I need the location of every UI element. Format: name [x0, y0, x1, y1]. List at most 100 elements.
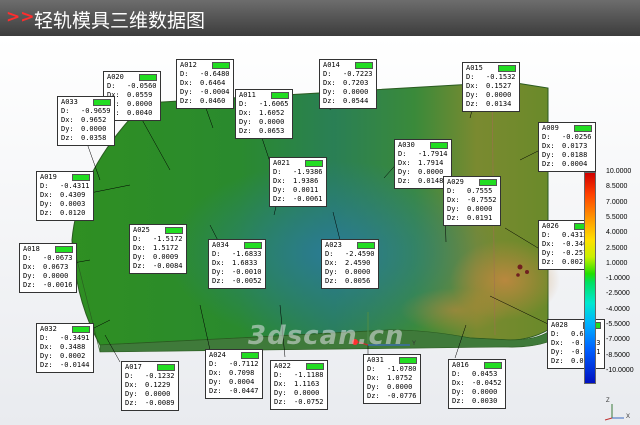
point-id: A014	[323, 61, 340, 69]
field-value: -0.0004	[200, 88, 230, 96]
field-key: D:	[274, 371, 283, 379]
label-row-dz: Dz: 0.0004	[542, 160, 592, 169]
label-row-dx: Dx: 0.0673	[23, 263, 73, 272]
field-key: Dy:	[125, 390, 138, 398]
label-row-d: D: -0.7223	[323, 70, 373, 79]
status-swatch-icon	[478, 179, 497, 186]
field-value: -0.0256	[562, 133, 592, 141]
field-value: -0.0560	[127, 82, 157, 90]
label-row-dx: Dx: 0.9652	[61, 116, 111, 125]
label-row-dz: Dz: 0.0030	[452, 397, 502, 406]
label-row-dy: Dy: 0.0003	[40, 200, 90, 209]
label-row-dy: Dy: 0.0000	[23, 272, 73, 281]
field-value: 0.0011	[293, 186, 319, 194]
point-label-a015[interactable]: A015 D: -0.1532 Dx: 0.1527 Dy: 0.0000 Dz: 0.0134	[462, 62, 520, 112]
field-key: D:	[40, 334, 49, 342]
field-value: -0.0447	[229, 387, 259, 395]
field-key: Dy:	[61, 125, 74, 133]
field-key: Dx:	[212, 259, 225, 267]
field-key: D:	[452, 370, 461, 378]
field-value: -0.0084	[153, 262, 183, 270]
field-key: Dz:	[212, 277, 225, 285]
field-key: D:	[542, 133, 551, 141]
field-value: -0.0776	[387, 392, 417, 400]
field-key: Dy:	[133, 253, 146, 261]
field-key: Dy:	[239, 118, 252, 126]
field-value: 0.0188	[562, 151, 588, 159]
field-value: 0.0653	[259, 127, 285, 135]
field-value: -0.9659	[81, 107, 111, 115]
field-value: 0.9652	[81, 116, 107, 124]
point-label-a019[interactable]: A019 D: -0.4311 Dx: 0.4309 Dy: 0.0003 Dz: 0.0120	[36, 171, 94, 221]
field-key: Dy:	[323, 88, 336, 96]
point-label-a022[interactable]: A022 D: -1.1188 Dx: 1.1163 Dy: 0.0000 Dz: -0.075…	[270, 360, 328, 410]
3d-viewport[interactable]: 3dscan.cn Y X Z A020D:-0.0560Dx:0.0559Dy…	[0, 36, 640, 425]
field-value: -0.0052	[232, 277, 262, 285]
scale-tick-label: -1.0000	[606, 275, 630, 283]
status-swatch-icon	[356, 242, 375, 249]
point-id: A022	[274, 362, 291, 370]
status-swatch-icon	[211, 62, 230, 69]
status-swatch-icon	[156, 364, 175, 371]
field-value: 0.0559	[127, 91, 153, 99]
field-key: Dy:	[274, 389, 287, 397]
point-label-a024[interactable]: A024 D: -0.7112 Dx: 0.7098 Dy: 0.0004 Dz: -0.044…	[205, 349, 263, 399]
field-key: D:	[180, 70, 189, 78]
field-value: 1.1163	[294, 380, 320, 388]
field-value: -0.0016	[43, 281, 73, 289]
field-value: 0.0000	[259, 118, 285, 126]
field-value: 0.0000	[343, 88, 369, 96]
label-row-dy: Dy: 0.0000	[398, 168, 448, 177]
field-key: D:	[133, 235, 142, 243]
point-label-a017[interactable]: A017 D: -0.1232 Dx: 0.1229 Dy: 0.0000 Dz: -0.008…	[121, 361, 179, 411]
point-label-a031[interactable]: A031 D: -1.0780 Dx: 1.0752 Dy: 0.0000 Dz: -0.077…	[363, 354, 421, 404]
field-key: Dx:	[40, 343, 53, 351]
point-label-a018[interactable]: A018 D: -0.0673 Dx: 0.0673 Dy: 0.0000 Dz: -0.001…	[19, 243, 77, 293]
point-label-a033[interactable]: A033 D: -0.9659 Dx: 0.9652 Dy: 0.0000 Dz: 0.0358	[57, 96, 115, 146]
field-key: Dz:	[133, 262, 146, 270]
point-label-a021[interactable]: A021 D: -1.9386 Dx: 1.9386 Dy: 0.0011 Dz: -0.006…	[269, 157, 327, 207]
field-key: D:	[542, 231, 551, 239]
label-row-dy: Dy: 0.0009	[133, 253, 183, 262]
field-key: Dx:	[398, 159, 411, 167]
status-swatch-icon	[497, 65, 516, 72]
field-key: Dx:	[239, 109, 252, 117]
point-label-a032[interactable]: A032 D: -0.3491 Dx: 0.3488 Dy: 0.0002 Dz: -0.014…	[36, 323, 94, 373]
label-row-dy: Dy: 0.0000	[447, 205, 497, 214]
point-label-a016[interactable]: A016 D: 0.0453 Dx: -0.0452 Dy: 0.0000 Dz: 0.0030	[448, 359, 506, 409]
point-label-a029[interactable]: A029 D: 0.7555 Dx: -0.7552 Dy: 0.0000 Dz: 0.0191	[443, 176, 501, 226]
label-row-dx: Dx: 2.4590	[325, 259, 375, 268]
field-value: -0.0752	[294, 398, 324, 406]
field-key: Dz:	[466, 100, 479, 108]
point-label-a023[interactable]: A023 D: -2.4590 Dx: 2.4590 Dy: 0.0000 Dz: 0.0056	[321, 239, 379, 289]
field-key: Dz:	[274, 398, 287, 406]
corner-axis-z-label: Z	[606, 398, 610, 404]
scale-tick-label: -10.0000	[606, 366, 634, 374]
point-label-a034[interactable]: A034 D: -1.6833 Dx: 1.6833 Dy: -0.0010 Dz: -0.00…	[208, 239, 266, 289]
field-key: Dz:	[239, 127, 252, 135]
label-row-dx: Dx: 1.1163	[274, 380, 324, 389]
field-value: -0.7223	[343, 70, 373, 78]
field-key: Dx:	[447, 196, 460, 204]
point-label-a009[interactable]: A009 D: -0.0256 Dx: 0.0173 Dy: 0.0188 Dz: 0.0004	[538, 122, 596, 172]
scale-tick-label: 8.5000	[606, 183, 628, 191]
point-label-a014[interactable]: A014 D: -0.7223 Dx: 0.7203 Dy: 0.0000 Dz: 0.0544	[319, 59, 377, 109]
point-label-a011[interactable]: A011 D: -1.6065 Dx: 1.6052 Dy: 0.0000 Dz: 0.0653	[235, 89, 293, 139]
field-key: Dz:	[323, 97, 336, 105]
scale-tick-label: 2.5000	[606, 244, 628, 252]
field-key: Dx:	[180, 79, 193, 87]
label-row-dz: Dz: -0.0089	[125, 399, 175, 408]
field-value: 0.0030	[472, 397, 498, 405]
status-swatch-icon	[398, 357, 417, 364]
field-key: D:	[367, 365, 376, 373]
point-label-a012[interactable]: A012 D: -0.6480 Dx: 0.6464 Dy: -0.0004 Dz: 0.046…	[176, 59, 234, 109]
label-row-dy: Dy: 0.0000	[274, 389, 324, 398]
field-key: Dx:	[40, 191, 53, 199]
field-key: Dx:	[323, 79, 336, 87]
status-swatch-icon	[483, 362, 502, 369]
field-key: D:	[212, 250, 221, 258]
label-row-d: D: -1.6065	[239, 100, 289, 109]
field-key: Dx:	[61, 116, 74, 124]
label-row-d: D: -1.9386	[273, 168, 323, 177]
point-label-a025[interactable]: A025 D: -1.5172 Dx: 1.5172 Dy: 0.0009 Dz: -0.008…	[129, 224, 187, 274]
